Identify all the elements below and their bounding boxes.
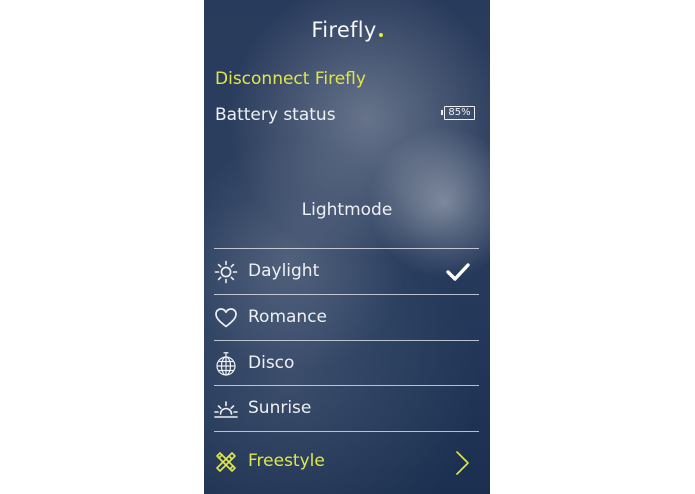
battery-terminal	[441, 110, 443, 115]
divider	[214, 431, 479, 432]
sunrise-icon	[214, 401, 238, 418]
mode-label: Romance	[248, 307, 328, 327]
battery-icon: 85%	[441, 106, 475, 120]
disco-ball-icon	[216, 352, 236, 376]
mode-item-disco[interactable]: Disco	[214, 342, 479, 386]
freestyle-label: Freestyle	[248, 451, 325, 471]
divider	[214, 294, 479, 295]
chevron-right-icon	[456, 451, 469, 475]
battery-status-label: Battery status	[215, 105, 336, 125]
divider	[214, 248, 479, 249]
mode-item-romance[interactable]: Romance	[214, 296, 479, 340]
divider	[214, 340, 479, 341]
lightmode-title: Lightmode	[301, 200, 393, 220]
sun-icon	[214, 260, 238, 284]
crossed-tools-icon	[216, 452, 236, 472]
app-screen: Firefly Disconnect Firefly Battery statu…	[204, 0, 490, 494]
title-dot-icon	[378, 33, 383, 37]
checkmark-icon	[446, 263, 470, 281]
disconnect-firefly-button[interactable]: Disconnect Firefly	[215, 69, 366, 89]
mode-label: Daylight	[248, 261, 320, 281]
mode-item-daylight[interactable]: Daylight	[214, 250, 479, 294]
mode-label: Disco	[248, 353, 295, 373]
divider	[214, 385, 479, 386]
mode-label: Sunrise	[248, 398, 312, 418]
mode-item-sunrise[interactable]: Sunrise	[214, 387, 479, 431]
heart-icon	[215, 308, 237, 328]
app-title-text: Firefly	[311, 18, 377, 42]
freestyle-row[interactable]: Freestyle	[214, 440, 479, 484]
app-title: Firefly	[204, 18, 490, 42]
battery-percentage: 85%	[448, 107, 471, 118]
